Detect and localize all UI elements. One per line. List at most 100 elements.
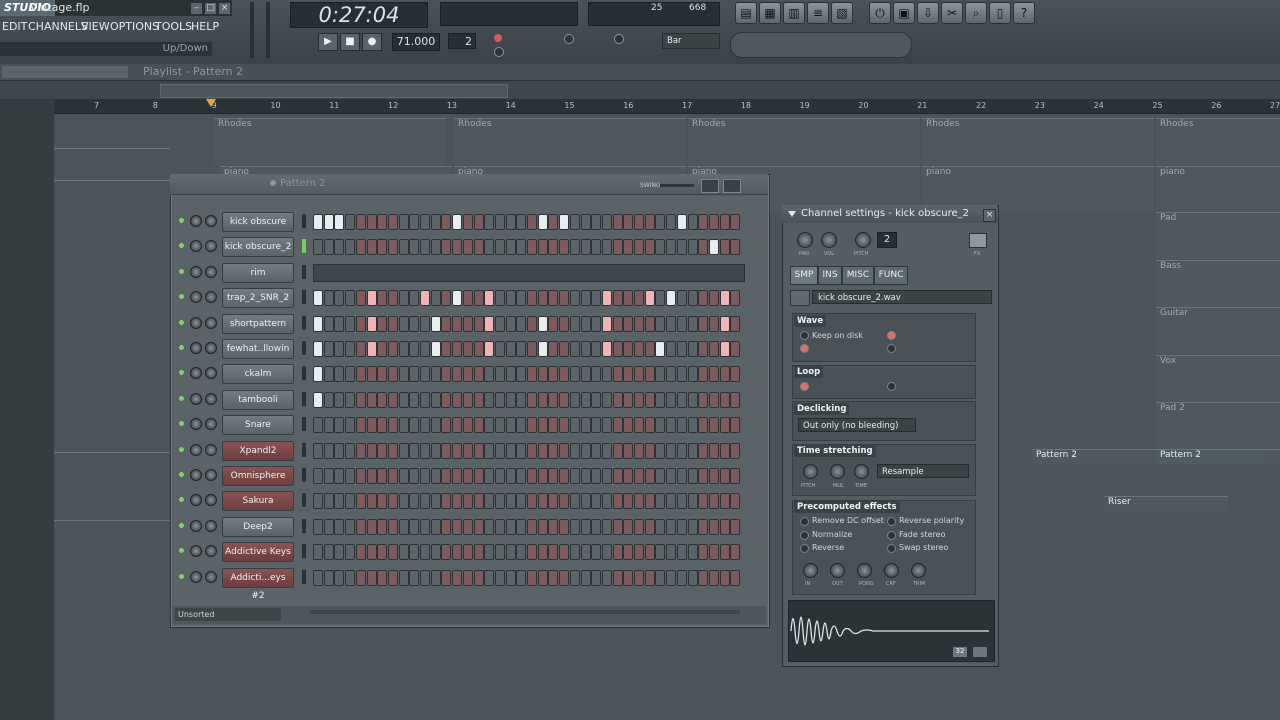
step-button[interactable] bbox=[676, 366, 687, 383]
step-button[interactable] bbox=[516, 239, 527, 256]
step-button[interactable] bbox=[366, 468, 377, 484]
step-button[interactable] bbox=[676, 391, 687, 408]
step-button[interactable] bbox=[345, 341, 356, 357]
step-button[interactable] bbox=[730, 366, 741, 383]
step-button[interactable] bbox=[708, 417, 719, 434]
step-button[interactable] bbox=[387, 468, 398, 484]
step-button[interactable] bbox=[569, 417, 580, 434]
step-button[interactable] bbox=[591, 315, 602, 332]
step-button[interactable] bbox=[473, 569, 484, 586]
step-button[interactable] bbox=[623, 214, 634, 230]
step-button[interactable] bbox=[527, 315, 537, 332]
step-button[interactable] bbox=[505, 442, 516, 459]
step-button[interactable] bbox=[687, 417, 698, 434]
step-button[interactable] bbox=[387, 442, 398, 459]
playlist-scroll-thumb[interactable] bbox=[160, 84, 508, 98]
graph-editor-icon[interactable] bbox=[701, 179, 719, 193]
step-button[interactable] bbox=[462, 391, 473, 408]
step-button[interactable] bbox=[313, 391, 323, 408]
wave-option-radio[interactable] bbox=[887, 344, 896, 353]
stretch-mode-select[interactable]: Resample bbox=[877, 464, 969, 478]
step-button[interactable] bbox=[569, 518, 580, 535]
step-button[interactable] bbox=[537, 214, 548, 230]
step-button[interactable] bbox=[420, 341, 430, 357]
channel-pan-knob[interactable] bbox=[190, 392, 202, 405]
step-button[interactable] bbox=[387, 518, 398, 535]
step-button[interactable] bbox=[366, 341, 377, 357]
step-button[interactable] bbox=[676, 341, 687, 357]
step-button[interactable] bbox=[430, 569, 441, 586]
step-button[interactable] bbox=[666, 315, 677, 332]
step-button[interactable] bbox=[334, 417, 345, 434]
step-button[interactable] bbox=[334, 569, 345, 586]
step-button[interactable] bbox=[452, 315, 463, 332]
step-button[interactable] bbox=[687, 290, 698, 307]
step-button[interactable] bbox=[666, 290, 677, 307]
step-button[interactable] bbox=[334, 518, 345, 535]
step-button[interactable] bbox=[313, 366, 323, 383]
step-button[interactable] bbox=[719, 518, 730, 535]
step-button[interactable] bbox=[484, 391, 495, 408]
step-button[interactable] bbox=[698, 290, 709, 307]
step-button[interactable] bbox=[559, 468, 570, 484]
stretch-pitch-knob[interactable] bbox=[803, 464, 818, 479]
precomp-right-radio[interactable] bbox=[887, 517, 896, 526]
wave-zoom-badge[interactable]: 32 bbox=[953, 647, 967, 657]
step-button[interactable] bbox=[698, 569, 709, 586]
step-button[interactable] bbox=[708, 442, 719, 459]
step-button[interactable] bbox=[313, 468, 323, 484]
step-button[interactable] bbox=[313, 315, 323, 332]
step-button[interactable] bbox=[527, 493, 537, 510]
menu-edit[interactable]: EDIT bbox=[2, 20, 27, 33]
step-button[interactable] bbox=[719, 493, 730, 510]
step-button[interactable] bbox=[323, 391, 334, 408]
step-button[interactable] bbox=[601, 493, 612, 510]
step-button[interactable] bbox=[355, 315, 366, 332]
step-button[interactable] bbox=[323, 569, 334, 586]
declicking-select[interactable]: Out only (no bleeding) bbox=[798, 418, 916, 432]
step-button[interactable] bbox=[441, 341, 452, 357]
step-button[interactable] bbox=[334, 493, 345, 510]
channel-name-button[interactable]: trap_2_SNR_2 bbox=[222, 288, 294, 309]
step-button[interactable] bbox=[334, 341, 345, 357]
step-button[interactable] bbox=[345, 569, 356, 586]
tab-misc[interactable]: MISC bbox=[842, 266, 874, 285]
precomp-left-radio[interactable] bbox=[800, 517, 809, 526]
step-button[interactable] bbox=[548, 518, 559, 535]
step-button[interactable] bbox=[569, 290, 580, 307]
step-button[interactable] bbox=[484, 493, 495, 510]
step-button[interactable] bbox=[355, 468, 366, 484]
step-button[interactable] bbox=[730, 518, 741, 535]
step-button[interactable] bbox=[473, 391, 484, 408]
step-button[interactable] bbox=[452, 214, 463, 230]
step-button[interactable] bbox=[516, 315, 527, 332]
step-button[interactable] bbox=[559, 290, 570, 307]
step-button[interactable] bbox=[473, 239, 484, 256]
step-button[interactable] bbox=[452, 442, 463, 459]
step-button[interactable] bbox=[494, 518, 505, 535]
step-button[interactable] bbox=[730, 315, 741, 332]
step-button[interactable] bbox=[601, 468, 612, 484]
channel-mute-led[interactable] bbox=[179, 472, 184, 477]
step-button[interactable] bbox=[591, 341, 602, 357]
step-button[interactable] bbox=[313, 290, 323, 307]
step-button[interactable] bbox=[655, 366, 666, 383]
step-button[interactable] bbox=[516, 493, 527, 510]
step-button[interactable] bbox=[687, 341, 698, 357]
step-button[interactable] bbox=[516, 290, 527, 307]
step-button[interactable] bbox=[473, 544, 484, 561]
step-button[interactable] bbox=[484, 417, 495, 434]
step-button[interactable] bbox=[676, 493, 687, 510]
step-button[interactable] bbox=[387, 569, 398, 586]
step-button[interactable] bbox=[409, 290, 420, 307]
step-button[interactable] bbox=[634, 239, 644, 256]
step-button[interactable] bbox=[494, 417, 505, 434]
step-button[interactable] bbox=[398, 341, 409, 357]
step-button[interactable] bbox=[569, 315, 580, 332]
step-button[interactable] bbox=[366, 544, 377, 561]
step-button[interactable] bbox=[559, 341, 570, 357]
step-button[interactable] bbox=[494, 366, 505, 383]
step-button[interactable] bbox=[484, 341, 495, 357]
channel-mute-led[interactable] bbox=[179, 345, 184, 350]
step-button[interactable] bbox=[366, 239, 377, 256]
